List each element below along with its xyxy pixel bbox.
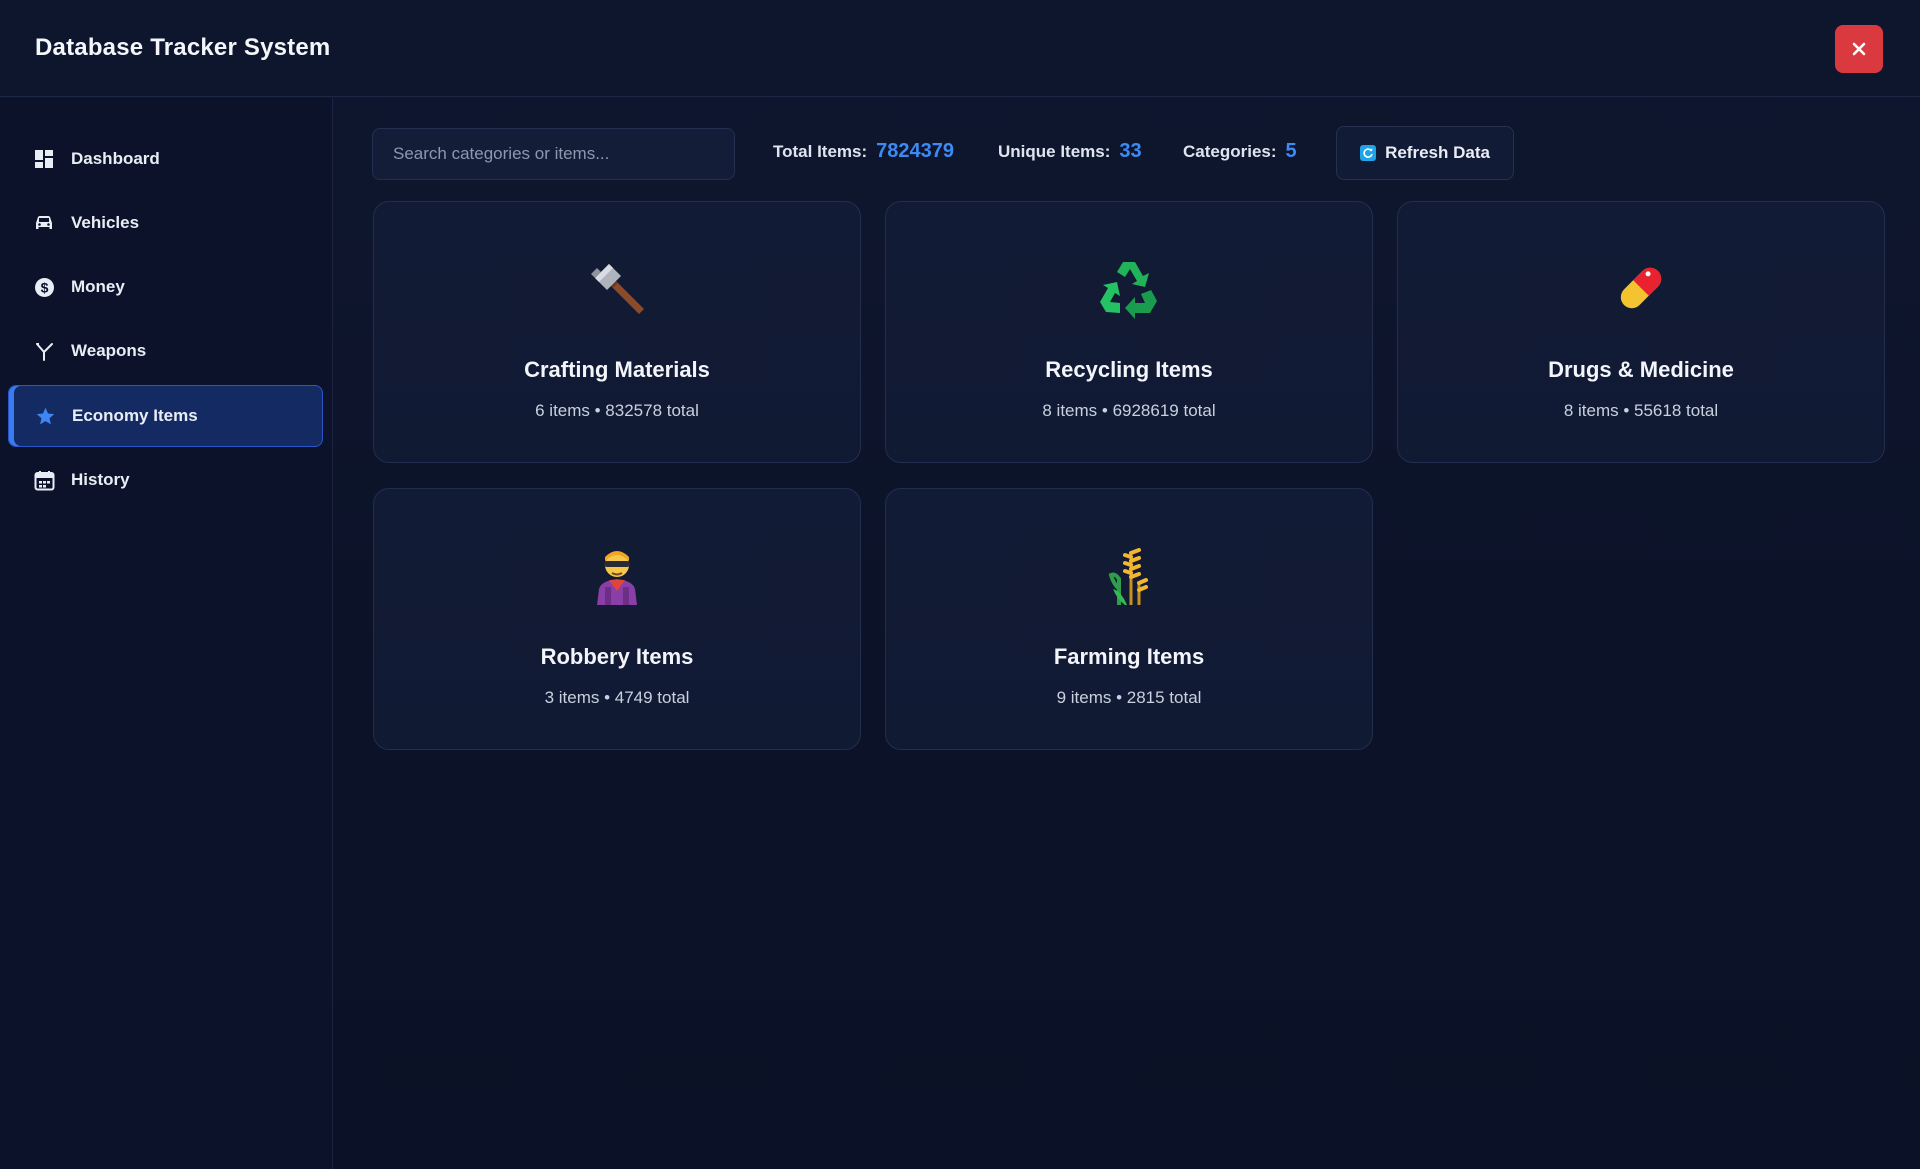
svg-text:$: $ — [40, 279, 48, 295]
recycle-icon — [886, 258, 1372, 319]
sidebar-item-label: Vehicles — [71, 213, 140, 232]
refresh-icon — [1360, 145, 1377, 161]
category-card-crafting-materials[interactable]: Crafting Materials 6 items • 832578 tota… — [373, 201, 861, 463]
wheat-icon — [886, 545, 1372, 605]
category-card-drugs-medicine[interactable]: Drugs & Medicine 8 items • 55618 total — [1397, 201, 1885, 463]
sidebar-item-history[interactable]: History — [8, 449, 323, 511]
category-title: Drugs & Medicine — [1548, 357, 1734, 382]
category-title: Recycling Items — [1045, 357, 1213, 382]
refresh-data-button[interactable]: Refresh Data — [1336, 126, 1514, 180]
header-bar: Database Tracker System — [0, 0, 1920, 97]
car-icon — [33, 212, 55, 234]
sidebar-item-label: Dashboard — [71, 149, 160, 168]
category-title: Crafting Materials — [524, 357, 710, 382]
sidebar-item-weapons[interactable]: Weapons — [8, 320, 323, 382]
unique-items-value: 33 — [1119, 140, 1142, 162]
category-meta: 3 items • 4749 total — [544, 688, 690, 707]
dollar-icon: $ — [33, 276, 55, 298]
sidebar-item-label: History — [71, 470, 130, 489]
category-card-farming-items[interactable]: Farming Items 9 items • 2815 total — [885, 488, 1373, 750]
total-items-label: Total Items: — [773, 142, 868, 161]
app-window: Database Tracker System Dashboard Vehicl… — [0, 0, 1920, 1169]
unique-items-stat: Unique Items: 33 — [998, 140, 1142, 163]
close-button[interactable] — [1835, 25, 1883, 73]
unique-items-label: Unique Items: — [998, 142, 1111, 161]
hammer-icon — [374, 258, 860, 318]
total-items-value: 7824379 — [876, 140, 955, 162]
category-meta: 8 items • 6928619 total — [1042, 401, 1216, 420]
sidebar-item-label: Money — [71, 277, 125, 296]
pill-icon — [1398, 258, 1884, 318]
sidebar: Dashboard Vehicles $ Money Weapons Econo… — [0, 98, 333, 1169]
category-meta: 8 items • 55618 total — [1563, 401, 1719, 420]
sidebar-item-money[interactable]: $ Money — [8, 256, 323, 318]
category-title: Farming Items — [1053, 644, 1205, 669]
category-card-robbery-items[interactable]: Robbery Items 3 items • 4749 total — [373, 488, 861, 750]
sidebar-item-dashboard[interactable]: Dashboard — [8, 128, 323, 190]
categories-stat: Categories: 5 — [1183, 140, 1297, 163]
app-title: Database Tracker System — [35, 34, 331, 61]
weapon-icon — [33, 340, 55, 362]
refresh-label: Refresh Data — [1385, 143, 1490, 162]
categories-value: 5 — [1285, 140, 1297, 162]
category-card-recycling-items[interactable]: Recycling Items 8 items • 6928619 total — [885, 201, 1373, 463]
close-icon — [1852, 42, 1866, 56]
sidebar-item-economy-items[interactable]: Economy Items — [8, 385, 323, 447]
category-meta: 9 items • 2815 total — [1056, 688, 1202, 707]
robber-icon — [374, 545, 860, 605]
search-input[interactable] — [372, 128, 735, 180]
category-meta: 6 items • 832578 total — [535, 401, 699, 420]
sidebar-item-vehicles[interactable]: Vehicles — [8, 192, 323, 254]
star-icon — [34, 405, 56, 427]
category-title: Robbery Items — [540, 644, 694, 669]
sidebar-item-label: Weapons — [71, 341, 147, 360]
total-items-stat: Total Items: 7824379 — [773, 140, 954, 163]
calendar-icon — [33, 469, 55, 491]
sidebar-item-label: Economy Items — [72, 406, 198, 425]
categories-label: Categories: — [1183, 142, 1277, 161]
dashboard-icon — [33, 148, 55, 170]
